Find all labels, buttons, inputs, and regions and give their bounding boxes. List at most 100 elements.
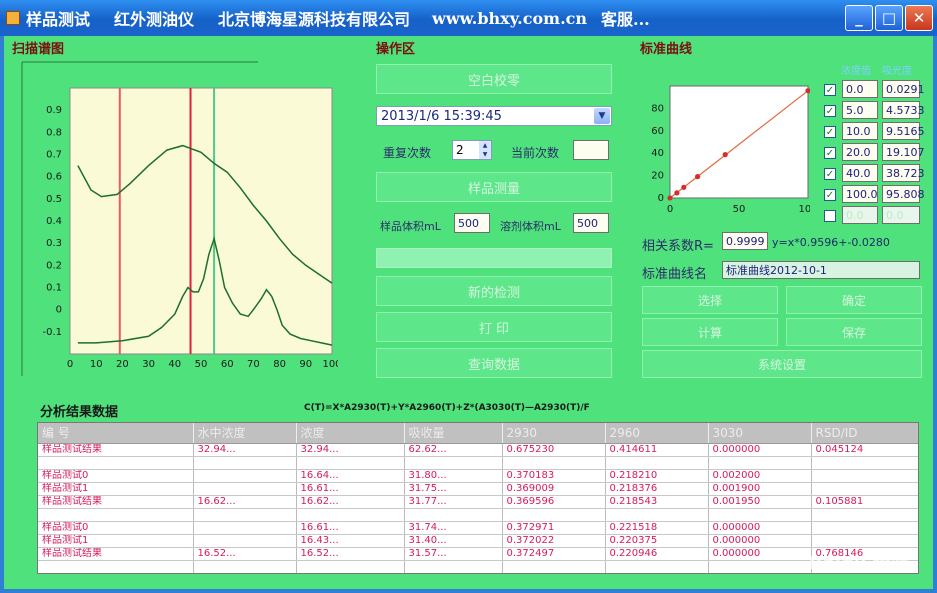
repeat-count-stepper[interactable]: 2 ▲ ▼ (452, 140, 492, 160)
table-cell: 31.75... (404, 482, 503, 496)
results-column-header[interactable]: RSD/ID (811, 423, 918, 444)
std-point-checkbox[interactable]: ✓ (824, 147, 836, 159)
results-column-header[interactable]: 2960 (605, 423, 709, 444)
select-button[interactable]: 选择 (642, 286, 778, 314)
std-point-abs-input[interactable]: 0.0 (882, 206, 920, 224)
std-point-conc-input[interactable]: 0.0 (842, 80, 878, 98)
title-service: 客服... (601, 10, 650, 29)
std-point-checkbox[interactable]: ✓ (824, 168, 836, 180)
results-column-header[interactable]: 吸收量 (404, 423, 503, 444)
table-cell (193, 456, 297, 470)
std-point-conc-input[interactable]: 40.0 (842, 164, 878, 182)
datetime-select[interactable]: 2013/1/6 15:39:45 ▼ (376, 106, 612, 126)
title-website: www.bhxy.com.cn (432, 8, 588, 28)
title-company: 北京博海星源科技有限公司 (218, 10, 411, 29)
table-cell (193, 521, 297, 535)
std-point-conc-input[interactable]: 0.0 (842, 206, 878, 224)
table-row[interactable]: 样品测试0 16.64... 31.80... 0.370183 0.218210 0.0… (38, 469, 918, 483)
table-row[interactable] (38, 456, 918, 470)
sample-volume-input[interactable]: 500 (454, 213, 490, 233)
table-cell (404, 560, 503, 573)
confirm-button[interactable]: 确定 (786, 286, 922, 314)
table-cell (502, 456, 606, 470)
datetime-value: 2013/1/6 15:39:45 (381, 108, 502, 124)
std-point-abs-input[interactable]: 38.723 (882, 164, 925, 182)
stepper-arrows-icon[interactable]: ▲ ▼ (479, 141, 491, 159)
save-button[interactable]: 保存 (786, 318, 922, 346)
std-point-conc-input[interactable]: 10.0 (842, 122, 878, 140)
std-xtick-label: 50 (733, 204, 746, 215)
table-cell (38, 560, 194, 573)
std-point-conc-input[interactable]: 100.0 (842, 185, 878, 203)
scan-ytick-label: 0.2 (46, 260, 62, 271)
sample-measure-button[interactable]: 样品测量 (376, 172, 612, 202)
std-point-checkbox[interactable]: ✓ (824, 105, 836, 117)
table-cell: 0.220375 (605, 534, 709, 548)
table-cell (193, 534, 297, 548)
table-cell (811, 456, 918, 470)
results-table[interactable]: 编 号水中浓度 浓度 吸收量 2930 2960 3030 RSD/ID 样品测试结果 32.… (37, 422, 919, 574)
table-cell: 16.64... (296, 469, 405, 483)
table-row[interactable]: 样品测试1 16.61... 31.75... 0.369009 0.218376 0.0… (38, 482, 918, 496)
table-row[interactable]: 样品测试1 16.43... 31.40... 0.372022 0.220375 0.0… (38, 534, 918, 548)
close-button[interactable]: ✕ (905, 5, 933, 31)
table-cell (38, 456, 194, 470)
table-row[interactable]: 样品测试结果 16.62... 16.62... 31.77... 0.369596 0.… (38, 495, 918, 509)
maximize-button[interactable]: □ (875, 5, 903, 31)
table-cell: 0.218543 (605, 495, 709, 509)
solvent-volume-input[interactable]: 500 (573, 213, 609, 233)
table-cell: 16.52... (193, 547, 297, 561)
query-data-button[interactable]: 查询数据 (376, 348, 612, 378)
table-cell: 31.40... (404, 534, 503, 548)
repeat-count-value: 2 (456, 143, 464, 157)
table-cell: 0.000000 (708, 443, 812, 457)
table-row[interactable]: 样品测试结果 16.52... 16.52... 31.57... 0.372497 0.… (38, 547, 918, 561)
scan-ytick-label: -0.1 (42, 327, 62, 338)
std-point-conc-input[interactable]: 20.0 (842, 143, 878, 161)
std-point-checkbox[interactable] (824, 210, 836, 222)
results-column-header[interactable]: 3030 (708, 423, 812, 444)
results-section-title: 分析结果数据 (40, 405, 119, 420)
table-cell: 样品测试0 (38, 469, 194, 483)
table-cell: 0.001900 (708, 482, 812, 496)
results-column-header[interactable]: 编 号 (38, 423, 194, 444)
std-point-abs-input[interactable]: 95.808 (882, 185, 925, 203)
table-row[interactable]: 样品测试0 16.61... 31.74... 0.372971 0.221518 0.0… (38, 521, 918, 535)
table-row[interactable] (38, 508, 918, 522)
minimize-button[interactable]: _ (845, 5, 873, 31)
table-cell: 31.57... (404, 547, 503, 561)
std-point-checkbox[interactable]: ✓ (824, 126, 836, 138)
scan-xtick-label: 10 (90, 359, 103, 370)
table-row[interactable]: 样品测试结果 32.94... 32.94... 62.62... 0.675230 0.… (38, 443, 918, 457)
std-point-abs-input[interactable]: 9.5165 (882, 122, 925, 140)
std-point-abs-input[interactable]: 0.0291 (882, 80, 925, 98)
scan-section-title: 扫描谱图 (12, 42, 65, 57)
results-column-header[interactable]: 浓度 (296, 423, 405, 444)
std-point-conc-input[interactable]: 5.0 (842, 101, 878, 119)
table-cell (811, 482, 918, 496)
scan-spectrum-chart: 0 10 20 30 40 50 60 70 80 90 100 -0.1 0 0.1 0.2 0.3 0.4 0… (21, 61, 338, 376)
table-cell (811, 508, 918, 522)
watermark-text: Baidu 经验 (808, 553, 909, 574)
std-point-checkbox[interactable]: ✓ (824, 84, 836, 96)
sample-volume-label: 样品体积mL (380, 220, 441, 233)
standard-section-title: 标准曲线 (640, 42, 693, 57)
new-test-button[interactable]: 新的检测 (376, 276, 612, 306)
blank-zero-button[interactable]: 空白校零 (376, 64, 612, 94)
table-cell (605, 560, 709, 573)
print-button[interactable]: 打 印 (376, 312, 612, 342)
std-point-checkbox[interactable]: ✓ (824, 189, 836, 201)
calculate-button[interactable]: 计算 (642, 318, 778, 346)
std-point-abs-input[interactable]: 4.5733 (882, 101, 925, 119)
table-cell: 0.000000 (708, 534, 812, 548)
repeat-count-label: 重复次数 (383, 146, 432, 160)
table-cell (605, 508, 709, 522)
std-ytick-label: 20 (651, 171, 664, 182)
results-column-header[interactable]: 水中浓度 (193, 423, 297, 444)
system-settings-button[interactable]: 系统设置 (642, 350, 922, 378)
results-column-header[interactable]: 2930 (502, 423, 606, 444)
table-cell: 0.218210 (605, 469, 709, 483)
table-cell: 样品测试结果 (38, 495, 194, 509)
chevron-down-icon[interactable]: ▼ (594, 108, 610, 124)
std-point-abs-input[interactable]: 19.107 (882, 143, 925, 161)
